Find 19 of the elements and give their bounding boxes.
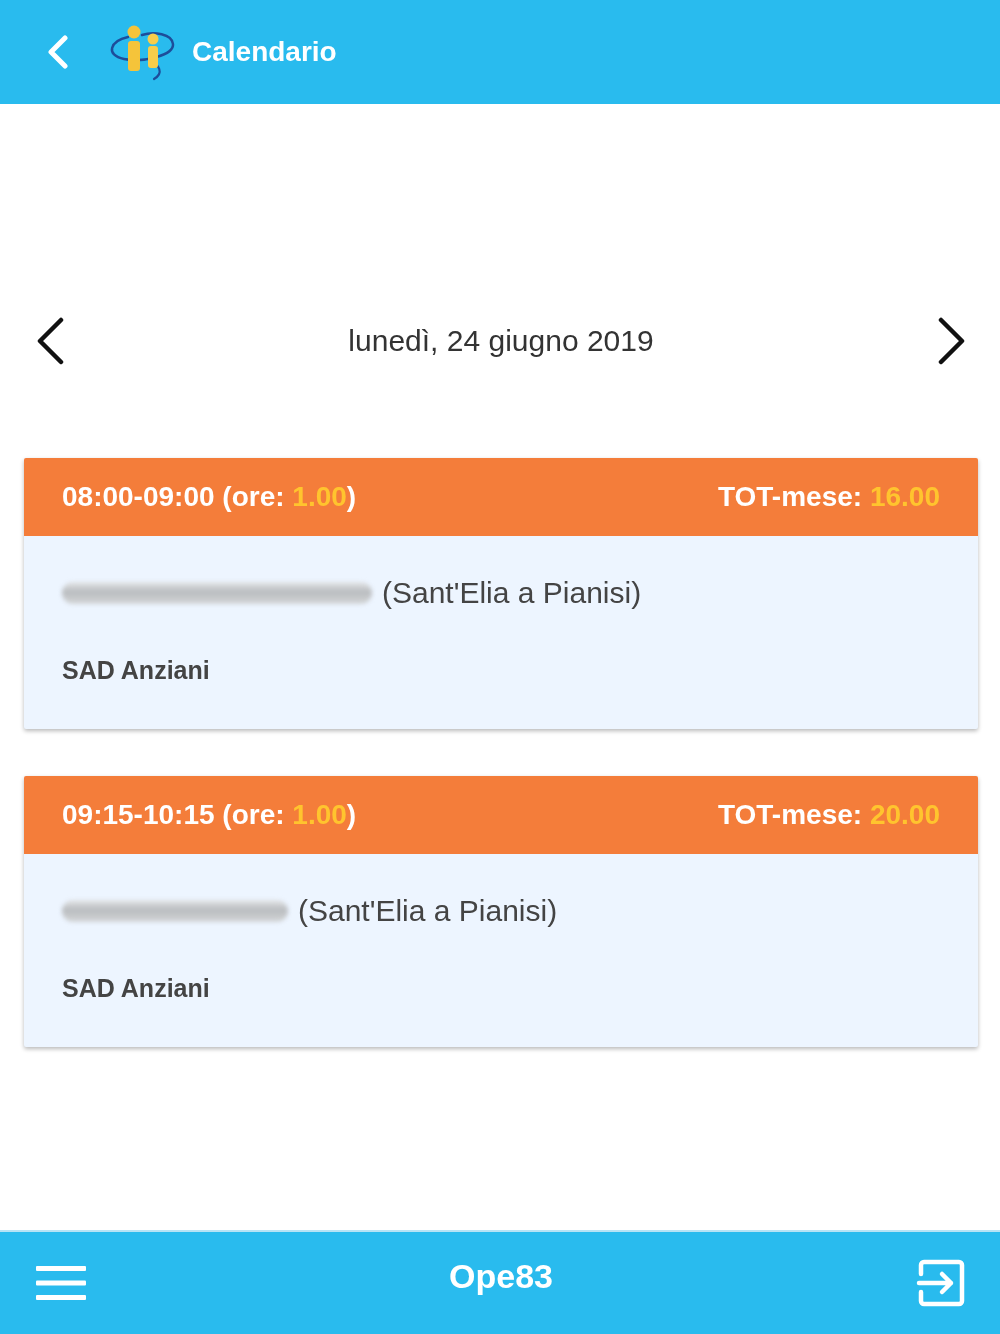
appointment-card[interactable]: 08:00-09:00 (ore: 1.00) TOT-mese: 16.00 (Sant'Elia a Pianisi) SAD Anziani [24,458,978,729]
menu-icon [36,1266,86,1300]
back-button[interactable] [46,35,70,69]
month-total-text: TOT-mese: 16.00 [717,481,940,513]
sign-in-button[interactable] [916,1258,966,1308]
arrow-into-box-icon [916,1258,966,1308]
appointment-card[interactable]: 09:15-10:15 (ore: 1.00) TOT-mese: 20.00 (Sant'Elia a Pianisi) SAD Anziani [24,776,978,1047]
date-text: lunedì, 24 giugno 2019 [348,324,654,358]
time-slot-text: 09:15-10:15 (ore: 1.00) [62,799,357,831]
service-text: SAD Anziani [62,973,210,1003]
location-text: (Sant'Elia a Pianisi) [298,894,558,928]
screen-title: Calendario [192,36,337,68]
time-slot-text: 08:00-09:00 (ore: 1.00) [62,481,357,513]
menu-button[interactable] [36,1266,86,1300]
month-total-text: TOT-mese: 20.00 [717,799,940,831]
back-chevron-icon [46,35,70,69]
operator-name: Ope83 [449,1256,553,1296]
location-text: (Sant'Elia a Pianisi) [382,576,642,610]
service-text: SAD Anziani [62,655,210,685]
